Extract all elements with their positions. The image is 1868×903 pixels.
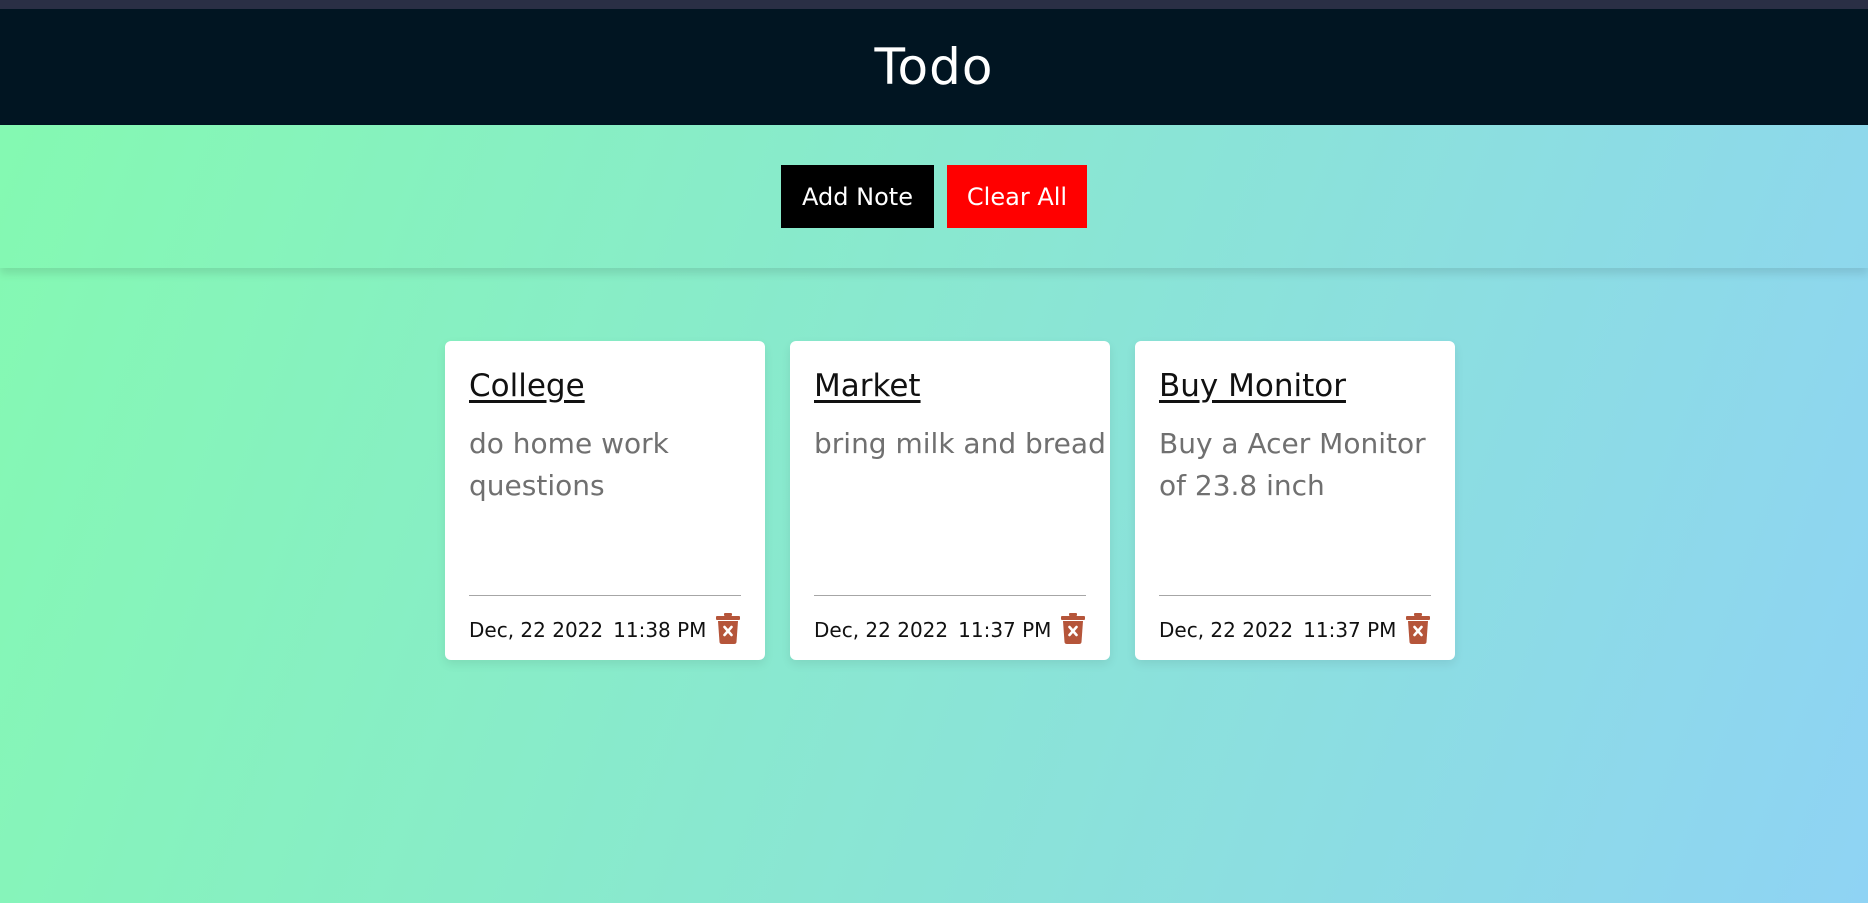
note-divider <box>1159 595 1431 596</box>
toolbar: Add Note Clear All <box>0 125 1868 268</box>
note-description: bring milk and bread <box>814 427 1106 460</box>
note-date: Dec, 22 2022 <box>814 618 949 642</box>
note-title[interactable]: Buy Monitor <box>1159 368 1346 404</box>
note-card: Market bring milk and bread Dec, 22 2022… <box>790 341 1110 660</box>
note-time: 11:37 PM <box>958 618 1052 642</box>
app-header: Todo <box>0 9 1868 125</box>
note-title[interactable]: College <box>469 368 585 404</box>
note-timestamp: Dec, 22 2022 11:38 PM <box>469 618 706 642</box>
note-date: Dec, 22 2022 <box>469 618 604 642</box>
note-timestamp: Dec, 22 2022 11:37 PM <box>814 618 1051 642</box>
note-divider <box>814 595 1086 596</box>
note-card: College do home work questions Dec, 22 2… <box>445 341 765 660</box>
trash-x-icon[interactable] <box>1406 613 1430 644</box>
note-time: 11:38 PM <box>613 618 707 642</box>
note-date: Dec, 22 2022 <box>1159 618 1294 642</box>
add-note-button[interactable]: Add Note <box>781 165 934 228</box>
note-description: Buy a Acer Monitor of 23.8 inch <box>1159 427 1426 502</box>
notes-list: College do home work questions Dec, 22 2… <box>445 341 1455 660</box>
window-top-strip <box>0 0 1868 9</box>
note-title[interactable]: Market <box>814 368 921 404</box>
note-card: Buy Monitor Buy a Acer Monitor of 23.8 i… <box>1135 341 1455 660</box>
note-timestamp: Dec, 22 2022 11:37 PM <box>1159 618 1396 642</box>
note-time: 11:37 PM <box>1303 618 1397 642</box>
trash-x-icon[interactable] <box>1061 613 1085 644</box>
trash-x-icon[interactable] <box>716 613 740 644</box>
note-description: do home work questions <box>469 427 669 502</box>
clear-all-button[interactable]: Clear All <box>947 165 1087 228</box>
app-title: Todo <box>874 38 994 96</box>
note-divider <box>469 595 741 596</box>
